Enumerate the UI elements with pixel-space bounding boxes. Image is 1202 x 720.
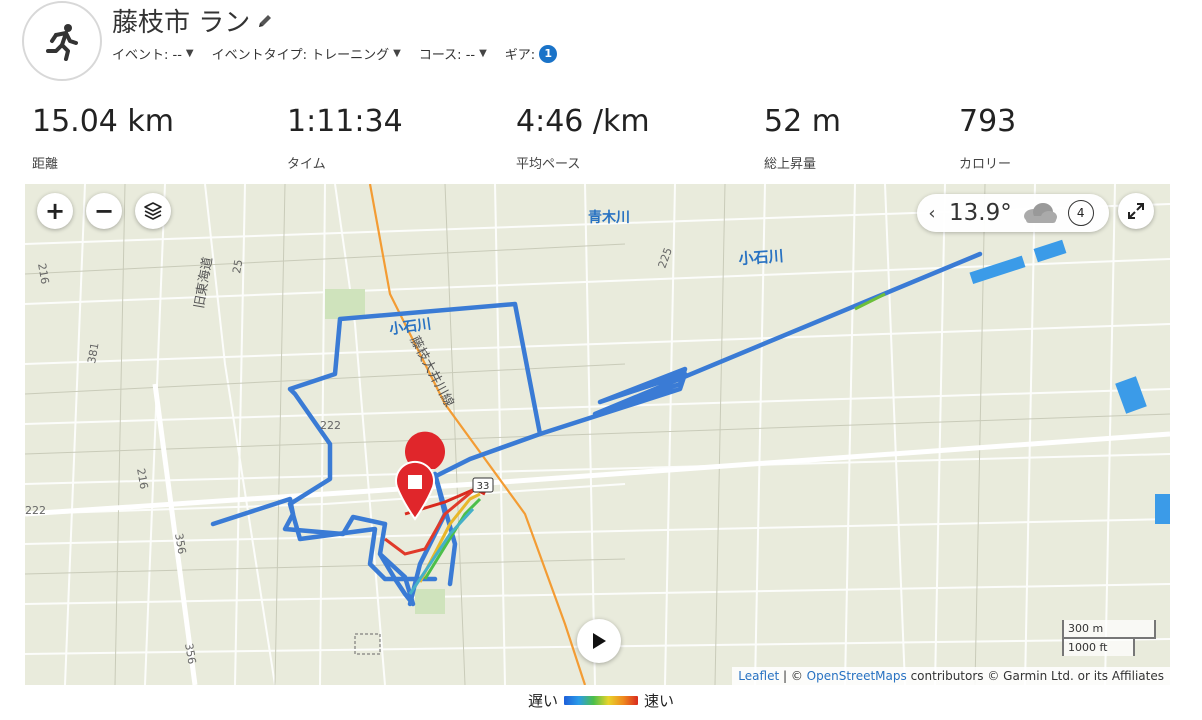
activity-type-avatar xyxy=(22,1,102,81)
stat-time-label: タイム xyxy=(287,157,326,172)
pencil-edit-icon[interactable] xyxy=(256,12,274,30)
event-type-dropdown-label: イベントタイプ: トレーニング xyxy=(211,48,390,63)
stat-elevation-gain-value: 52 m xyxy=(764,104,841,139)
temperature: 13.9° xyxy=(949,200,1012,226)
zoom-in-button[interactable]: + xyxy=(37,193,73,229)
caret-down-icon: ▼ xyxy=(185,48,194,59)
stat-distance: 15.04 km 距離 xyxy=(32,104,174,172)
activity-title[interactable]: 藤枝市 ラン xyxy=(112,2,250,39)
stat-avg-pace-label: 平均ペース xyxy=(516,157,581,172)
stat-distance-label: 距離 xyxy=(32,157,59,172)
route-fast-segment xyxy=(854,292,886,311)
route-map[interactable]: 33 青木川 小石川 小石川 藤枝大井川線 旧東海道 381 222 222 2… xyxy=(25,184,1170,685)
osm-link[interactable]: OpenStreetMaps xyxy=(807,669,907,683)
road-number-label: 222 xyxy=(320,419,341,432)
wind-speed-indicator: 4 xyxy=(1067,200,1094,226)
attribution-separator: | © xyxy=(779,669,807,683)
stat-time-value: 1:11:34 xyxy=(287,104,403,139)
minor-streets xyxy=(25,184,1170,685)
event-dropdown-label: イベント: -- xyxy=(112,48,182,63)
caret-down-icon: ▼ xyxy=(393,48,401,59)
map-scale: 300 m 1000 ft xyxy=(1062,620,1158,656)
river-label: 小石川 xyxy=(388,316,432,338)
map-attribution: Leaflet | © OpenStreetMaps contributors … xyxy=(732,667,1170,685)
legend-fast-label: 速い xyxy=(644,692,675,710)
legend-slow-label: 遅い xyxy=(527,692,558,710)
layers-button[interactable] xyxy=(135,193,171,229)
road-number-label: 356 xyxy=(182,642,198,665)
park-area xyxy=(415,589,445,614)
gear-selector[interactable]: ギア: 1 xyxy=(504,44,558,63)
road-label: 旧東海道 xyxy=(191,256,216,310)
route-33-shield: 33 xyxy=(472,477,494,493)
water-bodies xyxy=(969,239,1170,524)
weather-widget[interactable]: ‹ 13.9° 4 xyxy=(917,194,1109,232)
road-number-label: 356 xyxy=(172,532,188,555)
road-number-label: 216 xyxy=(35,262,51,285)
stat-distance-value: 15.04 km xyxy=(32,104,175,139)
stat-avg-pace-value: 4:46 /km xyxy=(516,104,650,139)
road-number-label: 222 xyxy=(25,504,46,517)
wind-speed-value: 4 xyxy=(1076,206,1085,220)
stat-time: 1:11:34 タイム xyxy=(287,104,403,172)
fullscreen-button[interactable] xyxy=(1118,193,1154,229)
expand-icon xyxy=(1128,203,1144,219)
course-dropdown-label: コース: -- xyxy=(418,48,476,63)
cloud-icon xyxy=(1023,203,1057,223)
map-base[interactable]: 33 青木川 小石川 小石川 藤枝大井川線 旧東海道 381 222 222 2… xyxy=(25,184,1170,685)
park-area xyxy=(325,289,365,319)
road-number-label: 216 xyxy=(134,467,150,490)
event-dropdown[interactable]: イベント: -- ▼ xyxy=(112,44,194,63)
caret-down-icon: ▼ xyxy=(479,48,487,59)
leaflet-link[interactable]: Leaflet xyxy=(738,669,779,683)
stat-calories-value: 793 xyxy=(959,104,1017,139)
pace-legend: 遅い 速い xyxy=(0,690,1202,711)
railway-line xyxy=(368,184,587,685)
pace-gradient-bar xyxy=(564,696,638,705)
layers-icon xyxy=(144,202,162,220)
play-icon xyxy=(593,633,606,649)
railway-label: 藤枝大井川線 xyxy=(406,333,457,409)
road-number-label: 225 xyxy=(656,246,675,270)
stat-calories: 793 カロリー xyxy=(959,104,1016,172)
stat-elevation-gain-label: 総上昇量 xyxy=(764,157,817,172)
activity-header: 藤枝市 ラン イベント: -- ▼ イベントタイプ: トレーニング ▼ コース:… xyxy=(22,0,1182,81)
stat-elevation-gain: 52 m 総上昇量 xyxy=(764,104,841,172)
stat-calories-label: カロリー xyxy=(959,157,1012,172)
gear-count-badge[interactable]: 1 xyxy=(539,44,558,63)
attribution-text: contributors © Garmin Ltd. or its Affili… xyxy=(906,669,1164,683)
gear-label: ギア: xyxy=(504,48,536,63)
svg-text:33: 33 xyxy=(477,481,490,492)
activity-stats: 15.04 km 距離 1:11:34 タイム 4:46 /km 平均ペース 5… xyxy=(32,104,1172,174)
running-person-icon xyxy=(46,24,78,61)
stat-avg-pace: 4:46 /km 平均ペース xyxy=(516,104,650,172)
road-number-label: 25 xyxy=(230,258,245,274)
course-dropdown[interactable]: コース: -- ▼ xyxy=(419,44,487,63)
river-label: 小石川 xyxy=(738,247,784,268)
event-type-dropdown[interactable]: イベントタイプ: トレーニング ▼ xyxy=(212,44,401,63)
river-label: 青木川 xyxy=(588,209,630,226)
chevron-left-icon[interactable]: ‹ xyxy=(923,203,941,224)
scale-imperial: 1000 ft xyxy=(1062,637,1135,656)
zoom-out-button[interactable]: − xyxy=(86,193,122,229)
school-outline xyxy=(354,633,381,655)
play-replay-button[interactable] xyxy=(577,619,621,663)
